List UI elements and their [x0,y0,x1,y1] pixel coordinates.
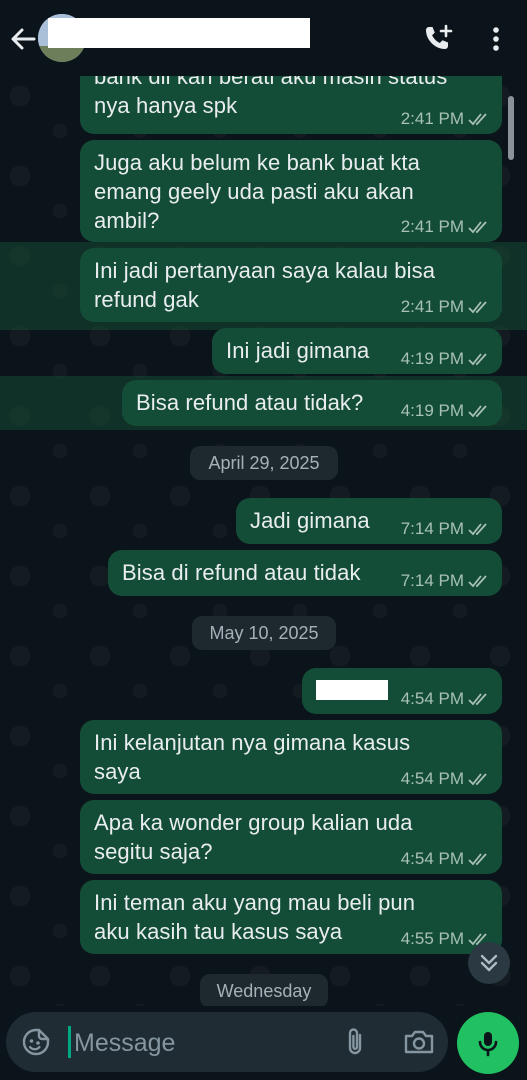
message-bubble[interactable]: Apa ka wonder group kalian uda segitu sa… [80,800,502,874]
scrollbar-thumb[interactable] [508,96,514,160]
message-meta: 4:19 PM [401,349,490,369]
message-time: 7:14 PM [400,571,464,590]
date-separator: May 10, 2025 [192,616,336,650]
double-check-icon [468,301,487,314]
more-options-icon[interactable] [488,24,504,54]
message-meta: 4:54 PM [401,849,490,869]
message-meta: 4:54 PM [401,769,490,789]
date-separator: Wednesday [200,974,328,1006]
message-time: 4:55 PM [400,929,464,948]
double-check-icon [468,113,487,126]
voice-record-button[interactable] [457,1012,519,1074]
message-meta: 2:41 PM [401,297,490,317]
message-composer [6,1012,448,1072]
double-check-icon [468,405,487,418]
sticker-emoji-icon[interactable] [20,1026,52,1058]
message-meta: 4:54 PM [401,689,490,709]
message-bubble[interactable]: Ini kelanjutan nya gimana kasus saya 4:5… [80,720,502,794]
message-input[interactable] [72,1020,336,1066]
message-bubble[interactable]: bank dll kan berati aku masih status nya… [80,76,502,134]
double-check-icon [468,575,487,588]
message-time: 4:19 PM [400,349,464,368]
message-bubble[interactable]: Ini jadi pertanyaan saya kalau bisa refu… [80,248,502,322]
double-check-icon [468,221,487,234]
add-call-icon[interactable] [422,22,454,54]
double-check-icon [468,773,487,786]
paperclip-icon[interactable] [340,1026,370,1058]
message-bubble[interactable]: Bisa refund atau tidak? 4:19 PM [122,380,502,426]
message-time: 2:41 PM [400,109,464,128]
text-cursor [68,1026,71,1058]
microphone-icon [478,1032,498,1057]
message-meta: 4:19 PM [401,401,490,421]
message-bubble[interactable]: Juga aku belum ke bank buat kta emang ge… [80,140,502,242]
message-time: 2:41 PM [400,217,464,236]
message-time: 4:54 PM [400,849,464,868]
message-time: 4:54 PM [400,769,464,788]
double-check-icon [468,853,487,866]
double-check-icon [468,353,487,366]
message-time: 7:14 PM [400,519,464,538]
double-check-icon [468,693,487,706]
message-bubble[interactable]: Ini teman aku yang mau beli pun aku kasi… [80,880,502,954]
message-time: 2:41 PM [400,297,464,316]
message-meta: 7:14 PM [401,519,490,539]
message-meta: 7:14 PM [401,571,490,591]
date-separator: April 29, 2025 [190,446,338,480]
back-arrow-icon[interactable] [8,24,38,54]
message-bubble[interactable]: Jadi gimana 7:14 PM [236,498,502,544]
message-meta: 2:41 PM [401,217,490,237]
redacted-content [316,680,388,700]
contact-name-redacted[interactable] [48,18,310,48]
double-check-icon [468,523,487,536]
message-time: 4:19 PM [400,401,464,420]
message-list[interactable]: bank dll kan berati aku masih status nya… [0,76,527,1006]
message-bubble[interactable]: Bisa di refund atau tidak 7:14 PM [108,550,502,596]
message-bubble[interactable]: 4:54 PM [302,668,502,714]
double-chevron-down-icon [480,954,498,972]
camera-icon[interactable] [402,1026,436,1058]
message-time: 4:54 PM [400,689,464,708]
scroll-to-bottom-button[interactable] [468,942,510,984]
message-meta: 2:41 PM [401,109,490,129]
message-bubble[interactable]: Ini jadi gimana 4:19 PM [212,328,502,374]
chat-header [0,0,527,76]
